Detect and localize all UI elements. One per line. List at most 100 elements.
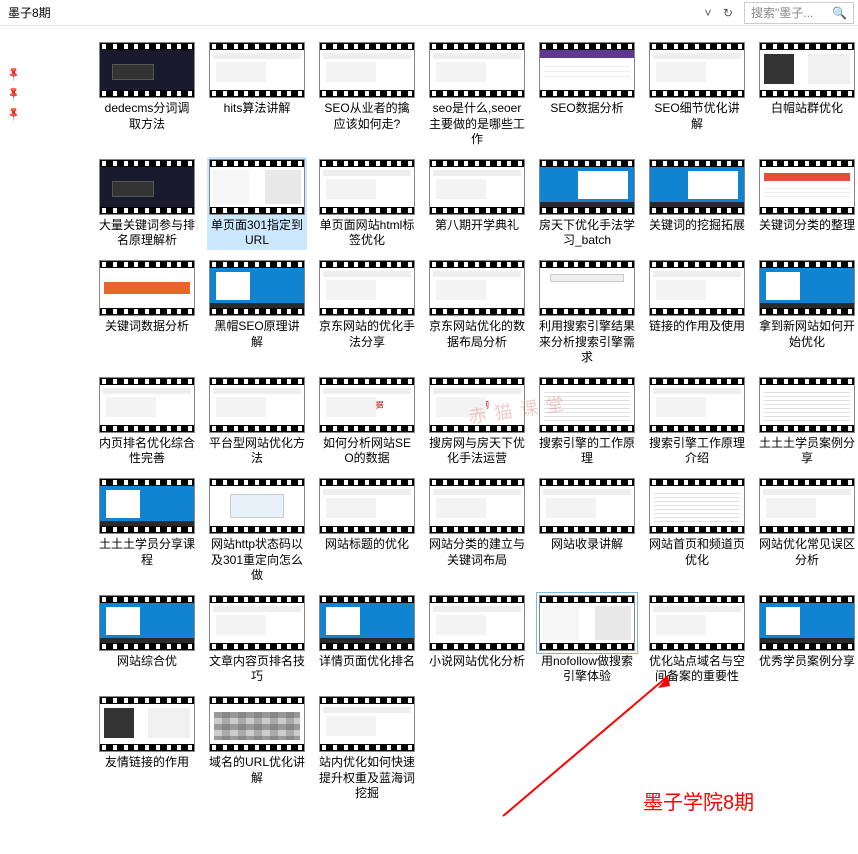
- file-label: 详情页面优化排名: [317, 653, 417, 671]
- thumbnail: [317, 40, 417, 100]
- thumbnail: [537, 258, 637, 318]
- file-item[interactable]: seo是什么,seoer主要做的是哪些工作: [426, 40, 528, 149]
- file-item[interactable]: 搜房网搜房网与房天下优化手法运营: [426, 375, 528, 468]
- file-item[interactable]: SEO细节优化讲解: [646, 40, 748, 149]
- file-label: 小说网站优化分析: [427, 653, 527, 671]
- thumbnail: [647, 476, 747, 536]
- file-label: 站内优化如何快速提升权重及蓝海词挖掘: [317, 754, 417, 803]
- file-label: 网站优化常见误区分析: [757, 536, 857, 569]
- thumbnail: [647, 593, 747, 653]
- thumbnail: [97, 157, 197, 217]
- file-label: 搜房网与房天下优化手法运营: [427, 435, 527, 468]
- file-item[interactable]: 土土土学员分享课程: [96, 476, 198, 585]
- thumbnail: [537, 157, 637, 217]
- thumbnail: [427, 593, 527, 653]
- file-label: 大量关键词参与排名原理解析: [97, 217, 197, 250]
- file-item[interactable]: 白帽站群优化: [756, 40, 858, 149]
- file-label: 第八期开学典礼: [433, 217, 521, 235]
- file-label: 网站收录讲解: [549, 536, 625, 554]
- file-item[interactable]: 网站综合优: [96, 593, 198, 686]
- file-item[interactable]: 优化站点域名与空间备案的重要性: [646, 593, 748, 686]
- thumbnail: [647, 375, 747, 435]
- file-item[interactable]: 京东网站优化的数据布局分析: [426, 258, 528, 367]
- search-placeholder: 搜索"墨子...: [751, 4, 828, 21]
- file-item[interactable]: 搜索引擎的工作原理: [536, 375, 638, 468]
- thumbnail: 搜房网: [427, 375, 527, 435]
- file-item[interactable]: 房天下优化手法学习_batch: [536, 157, 638, 250]
- file-label: 单页面网站html标签优化: [317, 217, 417, 250]
- thumbnail: [317, 476, 417, 536]
- file-label: 域名的URL优化讲解: [207, 754, 307, 787]
- file-label: 网站http状态码以及301重定向怎么做: [207, 536, 307, 585]
- file-item[interactable]: 用nofollow做搜索引擎体验: [536, 593, 638, 686]
- file-item[interactable]: SEO数据如何分析网站SEO的数据: [316, 375, 418, 468]
- file-item[interactable]: 网站http状态码以及301重定向怎么做: [206, 476, 308, 585]
- file-item[interactable]: 京东网站的优化手法分享: [316, 258, 418, 367]
- header-bar: 墨子8期 ˅ ↻ 搜索"墨子... 🔍: [0, 0, 858, 26]
- file-label: 房天下优化手法学习_batch: [537, 217, 637, 250]
- file-label: 用nofollow做搜索引擎体验: [537, 653, 637, 686]
- file-item[interactable]: 平台型网站优化方法: [206, 375, 308, 468]
- file-item[interactable]: 土土土学员案例分享: [756, 375, 858, 468]
- file-item[interactable]: SEO数据分析: [536, 40, 638, 149]
- file-item[interactable]: 第八期开学典礼: [426, 157, 528, 250]
- thumbnail: [647, 40, 747, 100]
- file-item[interactable]: 详情页面优化排名: [316, 593, 418, 686]
- file-item[interactable]: 网站标题的优化: [316, 476, 418, 585]
- file-label: 京东网站的优化手法分享: [317, 318, 417, 351]
- thumbnail: [427, 476, 527, 536]
- file-item[interactable]: 关键词的挖掘拓展: [646, 157, 748, 250]
- file-item[interactable]: 拿到新网站如何开始优化: [756, 258, 858, 367]
- dropdown-icon[interactable]: ˅: [700, 5, 716, 21]
- file-label: 搜索引擎的工作原理: [537, 435, 637, 468]
- file-item[interactable]: SEO从业者的擒应该如何走?: [316, 40, 418, 149]
- file-item[interactable]: 域名的URL优化讲解: [206, 694, 308, 803]
- file-label: SEO从业者的擒应该如何走?: [317, 100, 417, 133]
- thumbnail: SEO数据: [317, 375, 417, 435]
- file-label: dedecms分词调取方法: [97, 100, 197, 133]
- file-label: 链接的作用及使用: [647, 318, 747, 336]
- file-item[interactable]: 内页排名优化综合性完善: [96, 375, 198, 468]
- file-item[interactable]: 网站首页和频道页优化: [646, 476, 748, 585]
- file-item[interactable]: 搜索引擎工作原理介绍: [646, 375, 748, 468]
- file-grid: dedecms分词调取方法 hits算法讲解 SEO从业者的擒应该如何走? seo是什…: [96, 40, 858, 803]
- thumbnail: [757, 375, 857, 435]
- thumbnail: [757, 40, 857, 100]
- file-label: 文章内容页排名技巧: [207, 653, 307, 686]
- file-item[interactable]: dedecms分词调取方法: [96, 40, 198, 149]
- file-item[interactable]: 优秀学员案例分享: [756, 593, 858, 686]
- file-item[interactable]: 利用搜索引擎结果来分析搜索引擎需求: [536, 258, 638, 367]
- thumbnail: [207, 375, 307, 435]
- file-item[interactable]: 大量关键词参与排名原理解析: [96, 157, 198, 250]
- file-item[interactable]: 网站收录讲解: [536, 476, 638, 585]
- folder-title: 墨子8期: [0, 0, 696, 25]
- file-item[interactable]: 黑帽SEO原理讲解: [206, 258, 308, 367]
- thumbnail: [537, 375, 637, 435]
- thumbnail: [97, 375, 197, 435]
- thumbnail: [317, 258, 417, 318]
- file-label: SEO细节优化讲解: [647, 100, 747, 133]
- file-label: 京东网站优化的数据布局分析: [427, 318, 527, 351]
- file-item[interactable]: 单页面网站html标签优化: [316, 157, 418, 250]
- file-item[interactable]: 链接的作用及使用: [646, 258, 748, 367]
- file-label: 优化站点域名与空间备案的重要性: [647, 653, 747, 686]
- file-item[interactable]: 文章内容页排名技巧: [206, 593, 308, 686]
- file-label: 如何分析网站SEO的数据: [317, 435, 417, 468]
- file-label: 网站综合优: [115, 653, 179, 671]
- file-item[interactable]: 小说网站优化分析: [426, 593, 528, 686]
- file-item[interactable]: 友情链接的作用: [96, 694, 198, 803]
- file-item[interactable]: 网站分类的建立与关键词布局: [426, 476, 528, 585]
- file-item[interactable]: 单页面301指定到URL: [206, 157, 308, 250]
- file-item[interactable]: hits算法讲解: [206, 40, 308, 149]
- thumbnail: [757, 157, 857, 217]
- search-input[interactable]: 搜索"墨子... 🔍: [744, 2, 854, 24]
- thumbnail: [97, 476, 197, 536]
- file-item[interactable]: 关键词数据分析: [96, 258, 198, 367]
- file-item[interactable]: 网站优化常见误区分析: [756, 476, 858, 585]
- file-item[interactable]: 关键词分类的整理: [756, 157, 858, 250]
- thumbnail: [427, 40, 527, 100]
- annotation-text: 墨子学院8期: [643, 786, 754, 815]
- sidebar: 📌 📌 📌: [0, 26, 88, 833]
- refresh-icon[interactable]: ↻: [720, 5, 736, 21]
- file-item[interactable]: 站内优化如何快速提升权重及蓝海词挖掘: [316, 694, 418, 803]
